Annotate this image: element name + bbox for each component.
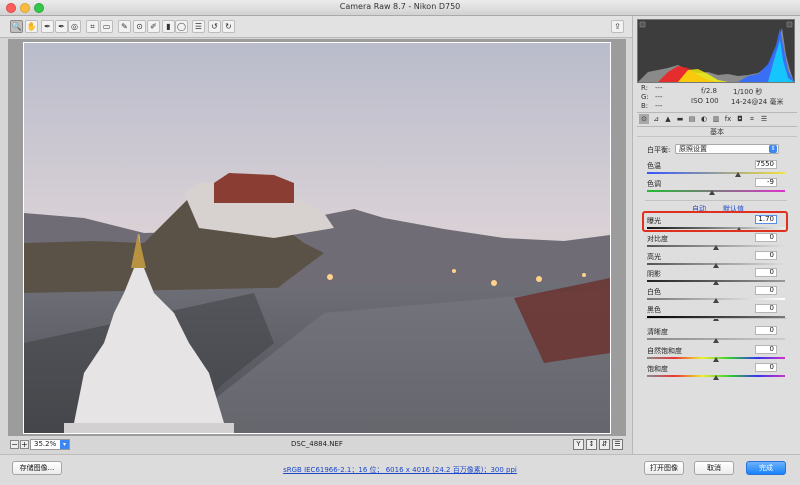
targeted-adjustment-tool-icon[interactable]: ◎ <box>68 20 81 33</box>
title-bar: Camera Raw 8.7 - Nikon D750 <box>0 0 800 16</box>
hand-tool-icon[interactable]: ✋ <box>25 20 38 33</box>
crop-tool-icon[interactable]: ⌗ <box>86 20 99 33</box>
detail-tab-icon[interactable]: ▲ <box>663 114 673 124</box>
white-balance-value: 原照设置 <box>679 145 707 153</box>
aperture-value: f/2.8 <box>701 87 717 95</box>
whites-label: 白色 <box>647 288 661 296</box>
panel-tabs: ⊙ ⊿ ▲ ▬ ▤ ◐ ▥ fx ◘ ⌗ ☰ <box>637 112 797 127</box>
fx-tab-icon[interactable]: fx <box>723 114 733 124</box>
histogram-graph <box>638 20 794 82</box>
contrast-slider-thumb[interactable] <box>713 245 719 250</box>
clarity-slider-thumb[interactable] <box>713 338 719 343</box>
r-label: R: <box>641 84 649 92</box>
file-name: DSC_4884.NEF <box>291 440 343 448</box>
window-title: Camera Raw 8.7 - Nikon D750 <box>339 2 461 11</box>
blacks-value-field[interactable]: 0 <box>755 304 777 313</box>
iso-value: ISO 100 <box>691 97 719 105</box>
white-balance-select[interactable]: 原照设置 ⇕ <box>675 144 779 154</box>
r-value: --- <box>655 84 663 92</box>
shadows-slider-thumb[interactable] <box>713 280 719 285</box>
spot-removal-tool-icon[interactable]: ✎ <box>118 20 131 33</box>
white-balance-label: 白平衡: <box>647 146 671 154</box>
effects-tab-icon[interactable]: ▥ <box>711 114 721 124</box>
split-toning-tab-icon[interactable]: ▤ <box>687 114 697 124</box>
presets-tab-icon[interactable]: ⌗ <box>747 114 757 124</box>
whites-slider-thumb[interactable] <box>713 298 719 303</box>
white-balance-tool-icon[interactable]: ✒ <box>41 20 54 33</box>
temp-slider-track[interactable] <box>647 172 785 174</box>
b-label: B: <box>641 102 649 110</box>
g-label: G: <box>641 93 649 101</box>
radial-filter-tool-icon[interactable]: ◯ <box>175 20 188 33</box>
snapshots-tab-icon[interactable]: ☰ <box>759 114 769 124</box>
hsl-tab-icon[interactable]: ▬ <box>675 114 685 124</box>
footer: 存储图像... sRGB IEC61966-2.1；16 位； 6016 x 4… <box>0 454 800 485</box>
adjustment-panel: R: --- G: --- B: --- f/2.8 1/100 秒 ISO 1… <box>632 16 800 454</box>
open-image-button[interactable]: 打开图像 <box>644 461 684 475</box>
red-eye-tool-icon[interactable]: ⊙ <box>133 20 146 33</box>
temp-label: 色温 <box>647 162 661 170</box>
zoom-tool-icon[interactable]: 🔍 <box>10 20 23 33</box>
divider <box>645 200 787 201</box>
done-button[interactable]: 完成 <box>746 461 786 475</box>
photo-preview[interactable] <box>23 42 611 434</box>
g-value: --- <box>655 93 663 101</box>
vibrance-slider-thumb[interactable] <box>713 357 719 362</box>
rotate-right-tool-icon[interactable]: ↻ <box>222 20 235 33</box>
temp-slider-thumb[interactable] <box>735 172 742 177</box>
straighten-tool-icon[interactable]: ▭ <box>100 20 113 33</box>
whites-value-field[interactable]: 0 <box>755 286 777 295</box>
highlights-slider-thumb[interactable] <box>713 263 719 268</box>
swap-view-icon[interactable]: ↕ <box>586 439 597 450</box>
preview-status-bar: − + 35.2% ▾ DSC_4884.NEF Y ↕ ⇵ ☰ <box>8 438 626 452</box>
tone-curve-tab-icon[interactable]: ⊿ <box>651 114 661 124</box>
saturation-slider-thumb[interactable] <box>713 375 719 380</box>
contrast-label: 对比度 <box>647 235 668 243</box>
preferences-tool-icon[interactable]: ☰ <box>192 20 205 33</box>
blacks-label: 黑色 <box>647 306 661 314</box>
before-after-view-icon[interactable]: Y <box>573 439 584 450</box>
tint-slider-track[interactable] <box>647 190 785 192</box>
basic-tab-icon[interactable]: ⊙ <box>639 114 649 124</box>
clarity-label: 清晰度 <box>647 328 668 336</box>
divider <box>645 318 787 319</box>
saturation-label: 饱和度 <box>647 365 668 373</box>
shadows-value-field[interactable]: 0 <box>755 268 777 277</box>
vibrance-label: 自然饱和度 <box>647 347 682 355</box>
cancel-button[interactable]: 取消 <box>694 461 734 475</box>
vibrance-value-field[interactable]: 0 <box>755 345 777 354</box>
saturation-value-field[interactable]: 0 <box>755 363 777 372</box>
histogram <box>637 19 795 83</box>
clarity-value-field[interactable]: 0 <box>755 326 777 335</box>
exposure-highlight-box <box>642 211 788 232</box>
chevron-down-icon: ⇕ <box>769 145 777 153</box>
section-title: 基本 <box>637 127 797 137</box>
highlights-label: 高光 <box>647 253 661 261</box>
camera-calibration-tab-icon[interactable]: ◘ <box>735 114 745 124</box>
contrast-value-field[interactable]: 0 <box>755 233 777 242</box>
tint-slider-thumb[interactable] <box>708 190 715 195</box>
copy-settings-icon[interactable]: ⇵ <box>599 439 610 450</box>
export-icon[interactable]: ⇪ <box>611 20 624 33</box>
tint-value-field[interactable]: -9 <box>755 178 777 187</box>
photo-image <box>24 43 610 433</box>
color-sampler-tool-icon[interactable]: ✒ <box>55 20 68 33</box>
highlights-value-field[interactable]: 0 <box>755 251 777 260</box>
b-value: --- <box>655 102 663 110</box>
tint-label: 色调 <box>647 180 661 188</box>
preview-preferences-icon[interactable]: ☰ <box>612 439 623 450</box>
rotate-left-tool-icon[interactable]: ↺ <box>208 20 221 33</box>
shutter-value: 1/100 秒 <box>733 88 763 96</box>
temp-value-field[interactable]: 7550 <box>755 160 777 169</box>
lens-value: 14-24@24 毫米 <box>731 98 784 106</box>
adjustment-brush-tool-icon[interactable]: ✐ <box>147 20 160 33</box>
graduated-filter-tool-icon[interactable]: ▮ <box>162 20 175 33</box>
shadows-label: 阴影 <box>647 270 661 278</box>
lens-tab-icon[interactable]: ◐ <box>699 114 709 124</box>
